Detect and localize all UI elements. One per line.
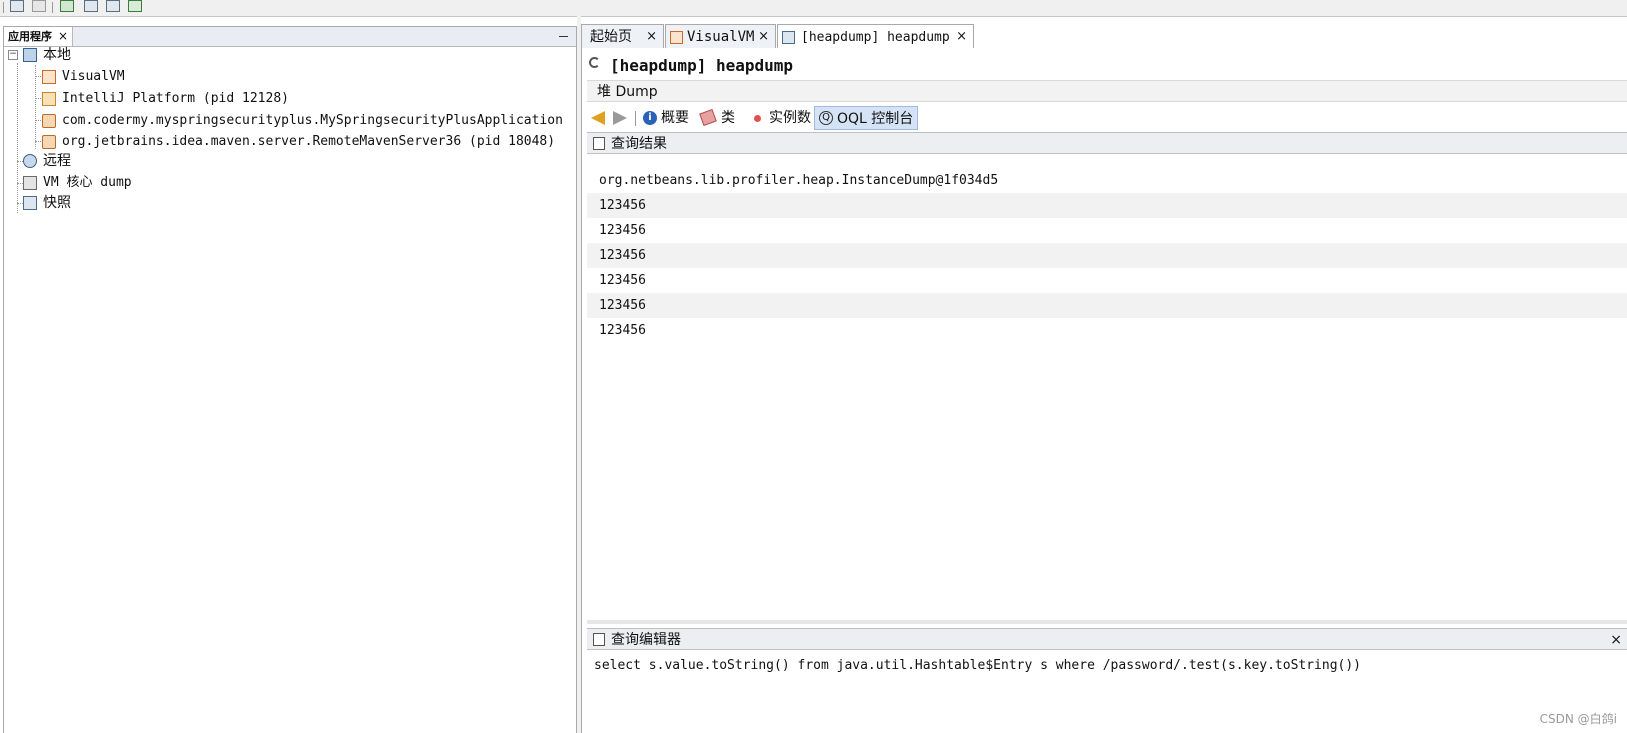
add-jmx-icon[interactable]	[60, 0, 74, 12]
oql-console-button[interactable]: Q OQL 控制台	[814, 106, 919, 130]
core-dump-icon	[23, 176, 37, 190]
add-core-dump-icon[interactable]	[128, 0, 142, 12]
visualvm-icon	[42, 70, 56, 84]
java-cup-icon	[42, 114, 56, 128]
tree-node-label: 远程	[43, 153, 71, 169]
tree-node-label: 快照	[43, 195, 71, 211]
toolbar-separator	[52, 2, 53, 13]
toolbar-grip	[3, 2, 4, 13]
results-panel-header: 查询结果	[587, 132, 1627, 154]
applications-tab-label: 应用程序	[8, 30, 52, 43]
close-icon[interactable]: ×	[758, 25, 769, 49]
instances-label: 实例数	[769, 110, 811, 126]
tree-connector	[35, 65, 36, 149]
document-icon	[593, 137, 605, 150]
tab-heapdump[interactable]: [heapdump] heapdump ×	[777, 24, 974, 48]
close-icon[interactable]: ×	[646, 25, 657, 49]
heapdump-view: [heapdump] heapdump 堆 Dump i 概要 类 实例数 Q …	[581, 48, 1627, 733]
editor-splitter[interactable]	[587, 620, 1627, 624]
tree-connector	[17, 63, 18, 213]
tree-node-label: VM 核心 dump	[43, 175, 132, 190]
result-row[interactable]: 123456	[587, 318, 1627, 343]
classes-label: 类	[721, 110, 735, 126]
editor-header-label: 查询编辑器	[611, 632, 681, 648]
oql-query-editor[interactable]: select s.value.toString() from java.util…	[594, 658, 1361, 673]
main-toolbar	[0, 0, 1627, 17]
instances-button[interactable]: 实例数	[751, 106, 811, 130]
result-row[interactable]: 123456	[587, 218, 1627, 243]
close-icon[interactable]: ×	[956, 25, 967, 49]
open-file-icon[interactable]	[10, 0, 24, 12]
editor-icon	[593, 633, 605, 646]
tree-node-label: com.codermy.myspringsecurityplus.MySprin…	[62, 113, 563, 128]
collapse-icon[interactable]: −	[8, 50, 18, 60]
instance-dot-icon	[754, 115, 761, 122]
heap-dump-bar: 堆 Dump	[587, 80, 1627, 102]
tab-label: VisualVM	[687, 29, 755, 45]
java-cup-icon	[42, 135, 56, 149]
tree-node-label: 本地	[43, 47, 71, 63]
applications-panel-header: 应用程序 ×	[4, 27, 576, 47]
forward-arrow-icon[interactable]	[613, 111, 627, 125]
info-icon: i	[643, 111, 657, 125]
close-icon[interactable]: ×	[58, 29, 68, 43]
visualvm-icon	[670, 31, 683, 44]
classes-button[interactable]: 类	[699, 106, 735, 130]
result-row[interactable]: 123456	[587, 268, 1627, 293]
result-row[interactable]: 123456	[587, 193, 1627, 218]
minimize-icon[interactable]	[559, 36, 568, 37]
oql-icon: Q	[819, 111, 833, 125]
tab-label: 起始页	[590, 29, 632, 45]
view-toolbar: i 概要 类 实例数 Q OQL 控制台	[587, 106, 1627, 130]
tab-start-page[interactable]: 起始页 ×	[581, 24, 664, 48]
watermark: CSDN @白鸽i	[1539, 712, 1617, 726]
remote-icon	[23, 154, 37, 168]
tree-node-label: org.jetbrains.idea.maven.server.RemoteMa…	[62, 134, 556, 149]
query-editor-header: 查询编辑器 ×	[587, 628, 1627, 650]
load-snapshot-icon[interactable]	[106, 0, 120, 12]
heapdump-icon	[782, 31, 795, 44]
result-row[interactable]: org.netbeans.lib.profiler.heap.InstanceD…	[587, 168, 1627, 193]
result-row[interactable]: 123456	[587, 243, 1627, 268]
applications-tab[interactable]: 应用程序 ×	[4, 27, 74, 46]
result-row[interactable]: 123456	[587, 293, 1627, 318]
page-title: [heapdump] heapdump	[610, 56, 794, 75]
save-icon[interactable]	[32, 0, 46, 12]
classes-icon	[699, 108, 717, 127]
query-results: org.netbeans.lib.profiler.heap.InstanceD…	[587, 168, 1627, 343]
summary-label: 概要	[661, 110, 689, 126]
tree-node-label: VisualVM	[62, 69, 125, 84]
tree-node-label: IntelliJ Platform (pid 12128)	[62, 91, 289, 106]
results-header-label: 查询结果	[611, 136, 667, 152]
oql-console-label: OQL 控制台	[837, 111, 914, 127]
loading-spinner-icon	[589, 57, 600, 68]
load-heapdump-icon[interactable]	[84, 0, 98, 12]
tab-label: [heapdump] heapdump	[801, 30, 950, 45]
summary-button[interactable]: i 概要	[643, 106, 689, 130]
applications-panel: 应用程序 × − 本地 VisualVM IntelliJ Platform (p…	[3, 26, 577, 733]
close-icon[interactable]: ×	[1610, 629, 1622, 651]
toolbar-separator	[635, 111, 636, 126]
java-app-icon	[42, 92, 56, 106]
tab-visualvm[interactable]: VisualVM ×	[665, 24, 776, 48]
document-tabs: 起始页 × VisualVM × [heapdump] heapdump ×	[581, 24, 1627, 48]
computer-icon	[23, 48, 37, 62]
back-arrow-icon[interactable]	[591, 111, 605, 125]
snapshot-icon	[23, 196, 37, 210]
